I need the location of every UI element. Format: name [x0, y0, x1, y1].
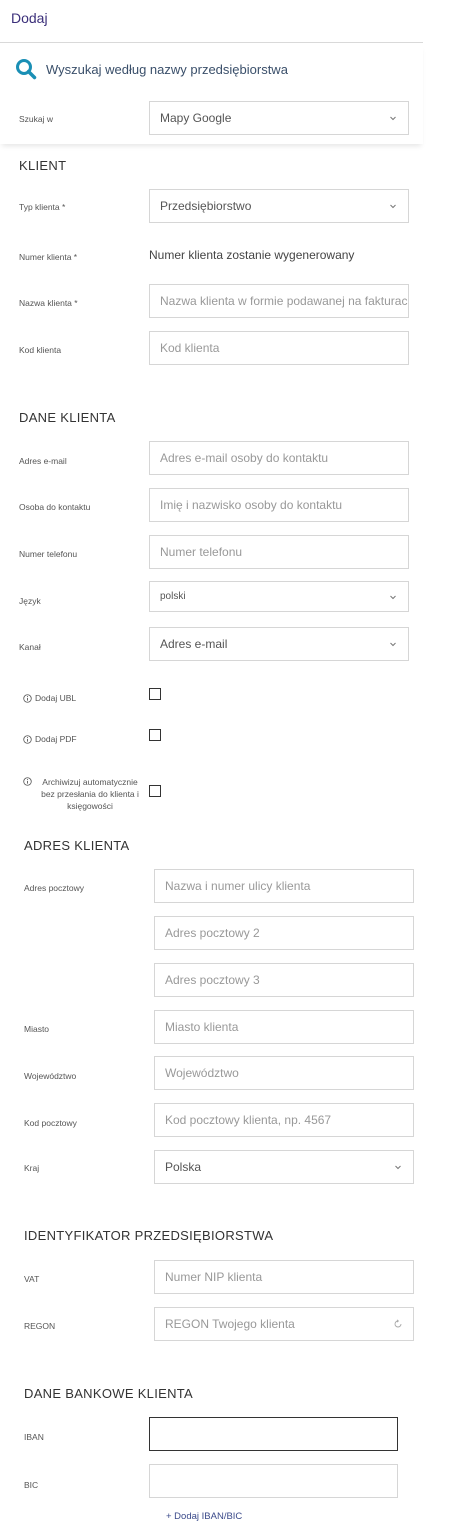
- country-label: Kraj: [24, 1163, 40, 1173]
- country-value: Polska: [165, 1160, 202, 1174]
- province-label: Województwo: [24, 1071, 77, 1081]
- pdf-label: Dodaj PDF: [35, 734, 77, 744]
- client-code-input[interactable]: Kod klienta: [149, 331, 409, 365]
- channel-select[interactable]: Adres e-mail: [149, 627, 409, 661]
- chevron-down-icon: [395, 1165, 401, 1170]
- postal-address-label: Adres pocztowy: [24, 883, 84, 893]
- postal-address-2-input[interactable]: Adres pocztowy 2: [154, 916, 414, 950]
- client-name-placeholder: Nazwa klienta w formie podawanej na fakt…: [160, 294, 409, 308]
- postal-address-2-placeholder: Adres pocztowy 2: [165, 926, 260, 940]
- vat-label: VAT: [24, 1274, 40, 1284]
- iban-label: IBAN: [24, 1432, 44, 1442]
- section-title-address: ADRES KLIENTA: [24, 838, 130, 853]
- chevron-down-icon: [390, 595, 396, 599]
- page-title: Dodaj: [11, 10, 48, 26]
- section-title-company-id: IDENTYFIKATOR PRZEDSIĘBIORSTWA: [24, 1228, 274, 1243]
- phone-label: Numer telefonu: [19, 549, 78, 559]
- client-number-label: Numer klienta *: [19, 252, 78, 262]
- street-input[interactable]: Nazwa i numer ulicy klienta: [154, 869, 414, 903]
- chevron-down-icon: [390, 116, 396, 121]
- info-icon[interactable]: [23, 694, 32, 703]
- ubl-option: Dodaj UBL: [23, 693, 76, 703]
- refresh-icon[interactable]: [393, 1319, 403, 1329]
- pdf-option: Dodaj PDF: [23, 734, 77, 744]
- bic-label: BIC: [24, 1480, 39, 1490]
- info-icon[interactable]: [23, 777, 32, 786]
- client-type-select[interactable]: Przedsiębiorstwo: [149, 189, 409, 223]
- zip-code-label: Kod pocztowy: [24, 1118, 77, 1128]
- section-title-bank: DANE BANKOWE KLIENTA: [24, 1386, 194, 1401]
- zip-code-input[interactable]: Kod pocztowy klienta, np. 4567: [154, 1103, 414, 1137]
- client-type-label: Typ klienta *: [19, 202, 66, 212]
- ubl-checkbox[interactable]: [149, 688, 161, 700]
- client-type-value: Przedsiębiorstwo: [160, 199, 252, 213]
- iban-input[interactable]: [149, 1417, 398, 1451]
- client-name-input[interactable]: Nazwa klienta w formie podawanej na fakt…: [149, 284, 409, 318]
- search-by-company-link[interactable]: Wyszukaj według nazwy przedsiębiorstwa: [46, 62, 288, 77]
- email-label: Adres e-mail: [19, 456, 67, 466]
- chevron-down-icon: [390, 204, 396, 209]
- client-code-placeholder: Kod klienta: [160, 341, 220, 355]
- channel-value: Adres e-mail: [160, 637, 228, 651]
- street-placeholder: Nazwa i numer ulicy klienta: [165, 879, 311, 893]
- search-in-select[interactable]: Mapy Google: [149, 101, 409, 135]
- zip-code-placeholder: Kod pocztowy klienta, np. 4567: [165, 1113, 332, 1127]
- phone-input[interactable]: Numer telefonu: [149, 535, 409, 569]
- postal-address-3-placeholder: Adres pocztowy 3: [165, 973, 260, 987]
- regon-placeholder: REGON Twojego klienta: [165, 1317, 295, 1331]
- vat-input[interactable]: Numer NIP klienta: [154, 1260, 414, 1294]
- search-in-label: Szukaj w: [19, 114, 54, 124]
- regon-input[interactable]: REGON Twojego klienta: [154, 1307, 414, 1341]
- language-value: polski: [160, 591, 186, 602]
- regon-label: REGON: [24, 1321, 56, 1331]
- header-divider: [0, 42, 423, 43]
- add-iban-bic-link[interactable]: + Dodaj IBAN/BIC: [166, 1511, 242, 1522]
- ubl-label: Dodaj UBL: [35, 693, 77, 703]
- bic-input[interactable]: [149, 1464, 398, 1498]
- archive-label: Archiwizuj automatycznie bez przesłania …: [41, 777, 139, 811]
- archive-checkbox[interactable]: [149, 785, 161, 797]
- city-placeholder: Miasto klienta: [165, 1020, 239, 1034]
- province-placeholder: Województwo: [165, 1066, 239, 1080]
- email-input[interactable]: Adres e-mail osoby do kontaktu: [149, 441, 409, 475]
- client-number-value: Numer klienta zostanie wygenerowany: [149, 248, 355, 262]
- client-code-label: Kod klienta: [19, 345, 62, 355]
- archive-option: Archiwizuj automatycznie bez przesłania …: [23, 776, 145, 812]
- country-select[interactable]: Polska: [154, 1150, 414, 1184]
- email-placeholder: Adres e-mail osoby do kontaktu: [160, 451, 329, 465]
- language-label: Język: [19, 596, 41, 606]
- phone-placeholder: Numer telefonu: [160, 545, 243, 559]
- contact-person-label: Osoba do kontaktu: [19, 502, 91, 512]
- postal-address-3-input[interactable]: Adres pocztowy 3: [154, 963, 414, 997]
- channel-label: Kanał: [19, 642, 41, 652]
- contact-person-input[interactable]: Imię i nazwisko osoby do kontaktu: [149, 488, 409, 522]
- city-input[interactable]: Miasto klienta: [154, 1010, 414, 1044]
- search-in-value: Mapy Google: [160, 111, 232, 125]
- contact-person-placeholder: Imię i nazwisko osoby do kontaktu: [160, 498, 343, 512]
- section-title-client: KLIENT: [19, 158, 67, 173]
- section-title-client-data: DANE KLIENTA: [19, 410, 116, 425]
- chevron-down-icon: [390, 642, 396, 647]
- vat-placeholder: Numer NIP klienta: [165, 1270, 263, 1284]
- city-label: Miasto: [24, 1024, 50, 1034]
- search-icon[interactable]: [15, 58, 37, 80]
- info-icon[interactable]: [23, 735, 32, 744]
- pdf-checkbox[interactable]: [149, 729, 161, 741]
- province-input[interactable]: Województwo: [154, 1056, 414, 1090]
- client-name-label: Nazwa klienta *: [19, 298, 78, 308]
- language-select[interactable]: polski: [149, 581, 409, 612]
